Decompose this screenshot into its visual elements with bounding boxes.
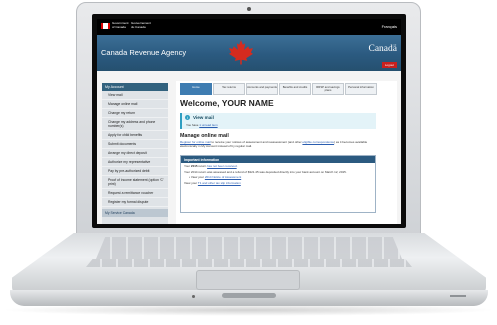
sidebar-item-submit-documents[interactable]: Submit documents: [102, 140, 168, 149]
sidebar-item-remittance-voucher[interactable]: Request a remittance voucher: [102, 189, 168, 198]
sidebar-service-canada-link[interactable]: My Service Canada: [102, 209, 168, 217]
sidebar-item-child-benefits[interactable]: Apply for child benefits: [102, 131, 168, 140]
sleep-led: [192, 295, 195, 298]
notice-of-assessment-line: • View your 2014 Notice of Assessment: [189, 175, 242, 180]
tax-slip-line: View your T1 and other tax slip informat…: [184, 180, 372, 186]
sidebar-item-change-address[interactable]: Change my address and phone number(s): [102, 118, 168, 131]
tab-bar: Home Tax returns Accounts and payments B…: [180, 83, 378, 95]
trackpad: [196, 270, 300, 290]
gov-fr-signature: Gouvernement du Canada: [131, 21, 151, 29]
line1-year: 2015: [190, 164, 198, 168]
line1-prefix: Your: [184, 164, 191, 168]
keyboard: [96, 237, 402, 259]
view-mail-alert: i View mail You have 1 unread item: [180, 113, 376, 129]
main-content: Home Tax returns Accounts and payments B…: [176, 81, 397, 224]
sidebar-item-view-mail[interactable]: View mail: [102, 91, 168, 100]
sidebar-item-authorize-representative[interactable]: Authorize my representative: [102, 158, 168, 167]
slip-prefix: View your: [184, 180, 198, 185]
canada-wordmark: Canadä: [368, 44, 398, 54]
gov-fr-line2: du Canada: [131, 24, 146, 29]
webcam: [247, 7, 251, 11]
laptop-front-edge: [10, 290, 488, 306]
sidebar-item-formal-dispute[interactable]: Register my formal dispute: [102, 198, 168, 207]
agency-name: Canada Revenue Agency: [101, 48, 187, 57]
panel-heading: Important information: [181, 156, 375, 163]
tab-home[interactable]: Home: [180, 83, 212, 95]
alert-text: You have 1 unread item: [186, 123, 218, 127]
info-icon: i: [185, 115, 190, 120]
page-title: Welcome, YOUR NAME: [180, 98, 274, 108]
agency-banner: Canada Revenue Agency Canadä: [97, 35, 401, 71]
sidebar-item-manage-online-mail[interactable]: Manage online mail: [102, 100, 168, 109]
keyboard-front-row: [86, 259, 412, 267]
sidebar-item-change-return[interactable]: Change my return: [102, 109, 168, 118]
not-received-link[interactable]: has not been received: [207, 164, 237, 168]
language-toggle-link[interactable]: Français: [382, 24, 397, 29]
drive-slot: [450, 295, 466, 297]
tab-tax-returns[interactable]: Tax returns: [213, 83, 245, 95]
refund-line: Your 2014 return was assessed and a refu…: [184, 169, 347, 174]
unread-items-link[interactable]: 1 unread item: [199, 123, 217, 127]
tax-slip-link[interactable]: T1 and other tax slip information: [198, 181, 241, 185]
maple-leaf-icon: [229, 40, 253, 65]
tab-personal-information[interactable]: Personal information: [345, 83, 377, 95]
sidebar: My Account View mail Manage online mail …: [102, 83, 168, 224]
sidebar-item-proof-of-income[interactable]: Proof of income statement (option 'C' pr…: [102, 176, 168, 189]
sidebar-item-direct-deposit[interactable]: Arrange my direct deposit: [102, 149, 168, 158]
gov-en-line2: of Canada: [112, 24, 126, 29]
tab-benefits-credits[interactable]: Benefits and credits: [279, 83, 311, 95]
important-information-panel: Important information Your 2015 return h…: [180, 155, 376, 213]
canada-flag-icon: [101, 23, 110, 29]
alert-text-prefix: You have: [186, 123, 200, 127]
tab-rrsp-savings[interactable]: RRSP and savings plans: [312, 83, 344, 95]
gov-en-signature: Government of Canada: [112, 21, 129, 29]
panel-body: Your 2015 return has not been received. …: [181, 163, 375, 189]
alert-title: View mail: [193, 115, 214, 120]
notice-of-assessment-link[interactable]: 2014 Notice of Assessment: [205, 175, 241, 179]
sidebar-heading: My Account: [102, 83, 168, 91]
logout-button[interactable]: Logout: [381, 62, 397, 68]
government-bar: Government of Canada Gouvernement du Can…: [97, 19, 401, 35]
sidebar-item-pre-authorized-debit[interactable]: Pay by pre-authorized debit: [102, 167, 168, 176]
noa-prefix: View your: [190, 175, 205, 180]
browser-screen: Government of Canada Gouvernement du Can…: [97, 19, 401, 224]
manage-online-mail-heading: Manage online mail: [180, 133, 229, 139]
eligible-correspondence-link[interactable]: eligible correspondence: [302, 140, 334, 144]
line1-suffix: .: [236, 164, 238, 168]
lid-notch: [222, 293, 276, 298]
return-status-line: Your 2015 return has not been received.: [184, 164, 372, 169]
manage-online-mail-text: Register for online mail to receive your…: [180, 140, 376, 149]
tab-accounts-payments[interactable]: Accounts and payments: [246, 83, 278, 95]
line1-mid: return: [197, 164, 208, 168]
